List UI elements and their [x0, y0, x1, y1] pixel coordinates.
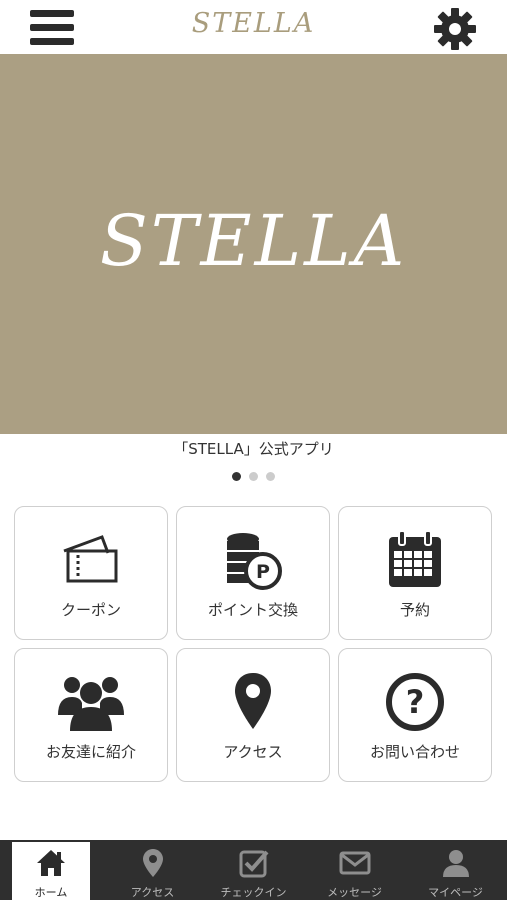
ticket-icon	[63, 535, 118, 583]
gear-icon[interactable]	[432, 6, 478, 52]
coupon-label: クーポン	[60, 601, 121, 619]
tab-message[interactable]: メッセージ	[304, 840, 405, 900]
coins-points-icon: P	[227, 533, 282, 590]
menu-icon-bar	[30, 38, 74, 45]
tab-checkin-label: チェックイン	[220, 886, 287, 899]
contact-label: お問い合わせ	[369, 743, 460, 761]
refer-friend-tile[interactable]: お友達に紹介	[14, 648, 168, 782]
tab-mypage[interactable]: マイページ	[405, 840, 506, 900]
checkin-icon	[239, 850, 268, 878]
tab-checkin[interactable]: チェックイン	[203, 840, 304, 900]
bottom-tab-bar: ホーム アクセス チェックイン メッセージ マイページ	[0, 840, 507, 900]
hero-logo-text: STELLA	[99, 200, 408, 282]
banner-caption: 「STELLA」公式アプリ	[173, 440, 334, 458]
group-icon	[58, 677, 124, 731]
points-label: ポイント交換	[207, 601, 298, 619]
carousel-dots	[0, 472, 507, 482]
coupon-tile[interactable]: クーポン	[14, 506, 168, 640]
svg-text:?: ?	[406, 683, 425, 721]
envelope-icon	[339, 851, 370, 875]
tab-home-label: ホーム	[34, 886, 68, 899]
reserve-label: 予約	[399, 601, 430, 619]
points-tile[interactable]: P ポイント交換	[176, 506, 330, 640]
access-label: アクセス	[223, 743, 283, 761]
hero-banner[interactable]: STELLA	[0, 54, 507, 434]
reserve-tile[interactable]: 予約	[338, 506, 492, 640]
map-pin-icon	[235, 673, 271, 729]
contact-tile[interactable]: ? お問い合わせ	[338, 648, 492, 782]
refer-friend-label: お友達に紹介	[45, 743, 136, 761]
carousel-dot[interactable]	[266, 472, 275, 481]
app-title: STELLA	[191, 8, 316, 39]
access-tile[interactable]: アクセス	[176, 648, 330, 782]
tab-access[interactable]: アクセス	[102, 840, 203, 900]
tab-message-label: メッセージ	[327, 886, 382, 899]
svg-text:P: P	[256, 561, 270, 583]
tab-home[interactable]: ホーム	[12, 842, 90, 900]
carousel-dot[interactable]	[249, 472, 258, 481]
calendar-icon	[389, 530, 441, 587]
header: STELLA	[0, 0, 507, 54]
tab-access-label: アクセス	[130, 886, 175, 899]
home-icon	[37, 850, 65, 876]
user-icon	[442, 850, 469, 877]
carousel-dot-active[interactable]	[232, 472, 241, 481]
map-pin-icon	[142, 849, 163, 877]
tab-mypage-label: マイページ	[428, 886, 483, 899]
question-icon: ?	[386, 673, 444, 731]
